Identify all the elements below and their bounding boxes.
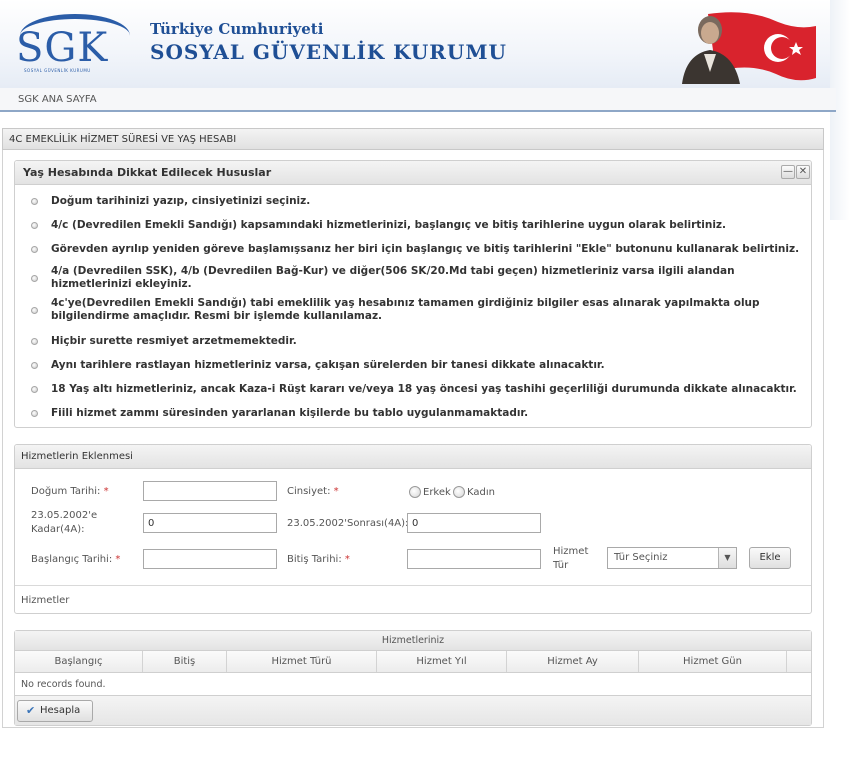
logo-subtext: SOSYAL GÜVENLİK KURUMU	[24, 68, 91, 73]
end-date-label: Bitiş Tarihi: *	[287, 553, 350, 566]
bullet-icon	[31, 306, 38, 314]
bullet-icon	[31, 410, 38, 417]
gender-label-text: Cinsiyet:	[287, 486, 331, 497]
bullet-icon	[31, 246, 38, 253]
divider	[15, 585, 811, 586]
bullet-icon	[31, 222, 38, 229]
list-item: Doğum tarihinizi yazıp, cinsiyetinizi se…	[31, 195, 801, 208]
end-date-label-text: Bitiş Tarihi:	[287, 554, 342, 565]
start-date-label-text: Başlangıç Tarihi:	[31, 554, 113, 565]
required-mark: *	[115, 554, 121, 565]
minimize-button[interactable]: —	[781, 165, 795, 179]
column-header-day[interactable]: Hizmet Gün	[639, 651, 787, 672]
close-button[interactable]: ✕	[796, 165, 810, 179]
service-type-label-line1: Hizmet	[553, 546, 589, 557]
gender-male-radio[interactable]	[409, 486, 421, 498]
column-header-month[interactable]: Hizmet Ay	[507, 651, 639, 672]
column-header-type[interactable]: Hizmet Türü	[227, 651, 377, 672]
gender-female-label[interactable]: Kadın	[467, 486, 495, 499]
gender-female-radio[interactable]	[453, 486, 465, 498]
list-item: Hiçbir surette resmiyet arzetmemektedir.	[31, 335, 801, 348]
list-item: 4/c (Devredilen Emekli Sandığı) kapsamın…	[31, 219, 801, 232]
notice-text: 18 Yaş altı hizmetleriniz, ancak Kaza-i …	[51, 383, 797, 395]
bullet-icon	[31, 198, 38, 205]
notice-header: Yaş Hesabında Dikkat Edilecek Hususlar —…	[15, 161, 811, 185]
panel-title: 4C EMEKLİLİK HİZMET SÜRESİ VE YAŞ HESABI	[2, 128, 824, 150]
birth-date-label: Doğum Tarihi: *	[31, 485, 109, 498]
services-table: Hizmetleriniz Başlangıç Bitiş Hizmet Tür…	[14, 630, 812, 726]
site-header: SGK SOSYAL GÜVENLİK KURUMU Türkiye Cumhu…	[0, 0, 830, 88]
column-header-start[interactable]: Başlangıç	[15, 651, 143, 672]
add-services-form: Hizmetlerin Eklenmesi Doğum Tarihi: * Ci…	[14, 444, 812, 614]
notice-text: Hiçbir surette resmiyet arzetmemektedir.	[51, 335, 297, 347]
check-icon: ✔	[26, 704, 36, 717]
column-header-year[interactable]: Hizmet Yıl	[377, 651, 507, 672]
list-item: Aynı tarihlere rastlayan hizmetleriniz v…	[31, 359, 801, 372]
required-mark: *	[344, 554, 350, 565]
notice-text: 4/c (Devredilen Emekli Sandığı) kapsamın…	[51, 219, 727, 231]
list-item: 18 Yaş altı hizmetleriniz, ancak Kaza-i …	[31, 383, 801, 396]
bullet-icon	[31, 362, 38, 369]
top-nav: SGK ANA SAYFA	[0, 88, 836, 112]
after-2002-input[interactable]	[407, 513, 541, 533]
before-2002-label-line1: 23.05.2002'e	[31, 510, 98, 521]
column-header-end[interactable]: Bitiş	[143, 651, 227, 672]
service-type-selected: Tür Seçiniz	[614, 552, 668, 563]
calculate-label: Hesapla	[40, 705, 81, 716]
logo-text: SGK	[16, 25, 109, 71]
end-date-input[interactable]	[407, 549, 541, 569]
start-date-label: Başlangıç Tarihi: *	[31, 553, 120, 566]
start-date-input[interactable]	[143, 549, 277, 569]
bullet-icon	[31, 274, 38, 282]
list-item: Görevden ayrılıp yeniden göreve başlamış…	[31, 243, 801, 256]
org-country: Türkiye Cumhuriyeti	[150, 20, 324, 38]
add-button[interactable]: Ekle	[749, 547, 791, 569]
notice-title: Yaş Hesabında Dikkat Edilecek Hususlar	[23, 166, 272, 179]
list-item: 4/a (Devredilen SSK), 4/b (Devredilen Ba…	[31, 265, 801, 291]
empty-message: No records found.	[21, 679, 106, 690]
service-type-select[interactable]: Tür Seçiniz ▼	[607, 547, 737, 569]
notice-box: Yaş Hesabında Dikkat Edilecek Hususlar —…	[14, 160, 812, 428]
notice-text: Fiili hizmet zammı süresinden yararlanan…	[51, 407, 529, 419]
gender-male-label[interactable]: Erkek	[423, 486, 451, 499]
form-header: Hizmetlerin Eklenmesi	[15, 445, 811, 469]
sgk-logo[interactable]: SGK SOSYAL GÜVENLİK KURUMU	[14, 12, 132, 74]
table-caption: Hizmetleriniz	[15, 631, 811, 651]
org-name: SOSYAL GÜVENLİK KURUMU	[150, 40, 507, 64]
required-mark: *	[103, 486, 109, 497]
list-item: Fiili hizmet zammı süresinden yararlanan…	[31, 407, 801, 420]
services-label: Hizmetler	[21, 595, 70, 606]
before-2002-label-line2: Kadar(4A):	[31, 524, 85, 535]
before-2002-input[interactable]	[143, 513, 277, 533]
bullet-icon	[31, 386, 38, 393]
ataturk-flag-image	[682, 12, 816, 84]
notice-text: Doğum tarihinizi yazıp, cinsiyetinizi se…	[51, 195, 311, 207]
after-2002-label: 23.05.2002'Sonrası(4A):	[287, 518, 409, 529]
table-header-row: Başlangıç Bitiş Hizmet Türü Hizmet Yıl H…	[15, 651, 811, 673]
calculate-button[interactable]: ✔ Hesapla	[17, 700, 93, 722]
table-footer: ✔ Hesapla	[15, 695, 811, 725]
list-item: 4c'ye(Devredilen Emekli Sandığı) tabi em…	[31, 297, 801, 323]
notice-text: Aynı tarihlere rastlayan hizmetleriniz v…	[51, 359, 605, 371]
birth-date-label-text: Doğum Tarihi:	[31, 486, 101, 497]
notice-text: Görevden ayrılıp yeniden göreve başlamış…	[51, 243, 800, 255]
chevron-down-icon[interactable]: ▼	[718, 548, 736, 568]
home-link[interactable]: SGK ANA SAYFA	[18, 94, 97, 105]
service-type-label-line2: Tür	[553, 560, 569, 571]
birth-date-input[interactable]	[143, 481, 277, 501]
bullet-icon	[31, 338, 38, 345]
form-title: Hizmetlerin Eklenmesi	[21, 451, 133, 462]
notice-text: 4c'ye(Devredilen Emekli Sandığı) tabi em…	[51, 297, 760, 322]
required-mark: *	[333, 486, 339, 497]
gender-label: Cinsiyet: *	[287, 485, 339, 498]
notice-text: 4/a (Devredilen SSK), 4/b (Devredilen Ba…	[51, 265, 735, 290]
